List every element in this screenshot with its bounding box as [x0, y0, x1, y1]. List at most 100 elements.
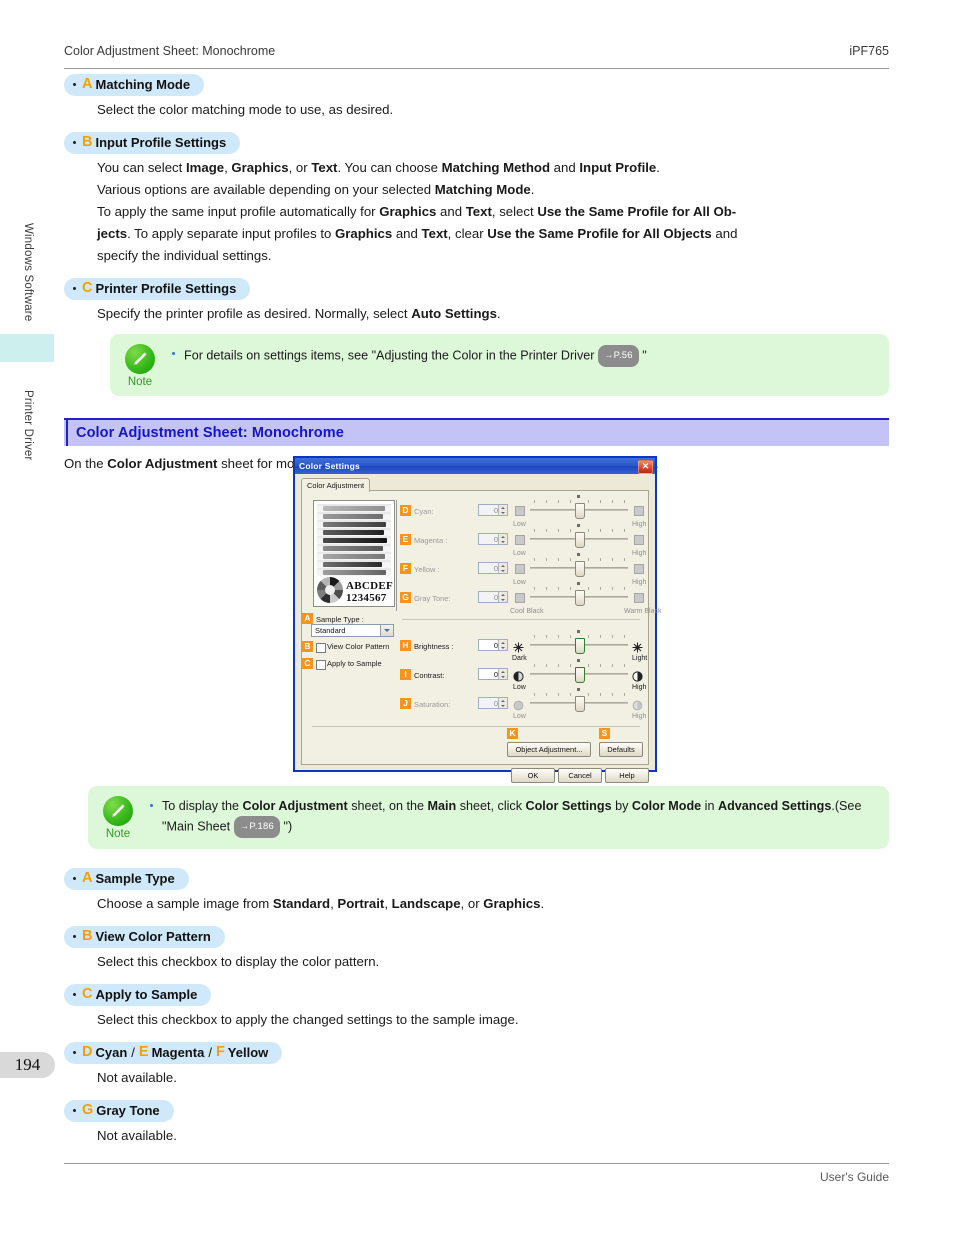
slider-thumb[interactable]: [575, 503, 585, 519]
slider-magenta[interactable]: [530, 524, 628, 548]
heading-row: D Cyan / E Magenta / F Yellow: [64, 1042, 889, 1064]
slider-yellow[interactable]: [530, 553, 628, 577]
item-sample-type: A Sample Type Choose a sample image from…: [64, 868, 889, 913]
magenta-left-box[interactable]: [515, 535, 525, 545]
item-matching-mode: A Matching Mode Select the color matchin…: [64, 74, 889, 119]
magenta-right-box[interactable]: [634, 535, 644, 545]
slider-gray-tone[interactable]: [530, 582, 628, 606]
heading-title: Input Profile Settings: [95, 135, 227, 150]
close-icon[interactable]: ✕: [638, 459, 653, 474]
yellow-left-box[interactable]: [515, 564, 525, 574]
bullet-dot-icon: [73, 876, 76, 880]
spin-yellow[interactable]: 0: [478, 562, 508, 574]
slider-thumb[interactable]: [575, 532, 585, 548]
spin-cyan[interactable]: 0: [478, 504, 508, 516]
heading-title: Matching Mode: [95, 77, 191, 92]
sample-type-select[interactable]: Standard: [311, 624, 394, 637]
marker-letter-d: D: [82, 1044, 93, 1061]
cancel-button[interactable]: Cancel: [558, 768, 602, 783]
spin-brightness[interactable]: 0: [478, 639, 508, 651]
cyan-right-box[interactable]: [634, 506, 644, 516]
contrast-high-icon: [632, 669, 643, 682]
marker-letter-f: F: [215, 1044, 225, 1061]
spinner-arrows-icon[interactable]: [498, 505, 507, 515]
page-reference-link[interactable]: →P.186: [233, 816, 280, 838]
center-tick: [577, 553, 580, 556]
checkbox-view-color-pattern[interactable]: [316, 643, 326, 653]
page-content: A Matching Mode Select the color matchin…: [64, 74, 889, 473]
sun-dim-icon: [513, 640, 524, 653]
label-cyan: Cyan:: [414, 507, 434, 516]
object-adjustment-button[interactable]: Object Adjustment...: [507, 742, 591, 757]
slider-brightness[interactable]: [530, 630, 628, 654]
spinner-arrows-icon[interactable]: [498, 534, 507, 544]
gray-warm-black-label: Warm Black: [624, 608, 662, 615]
heading-chip: C Apply to Sample: [64, 984, 212, 1006]
bullet-dot-icon: [73, 82, 76, 86]
heading-chip: G Gray Tone: [64, 1100, 174, 1122]
heading-title-cyan: Cyan: [95, 1045, 128, 1060]
slider-thumb[interactable]: [575, 590, 585, 606]
heading-row: A Sample Type: [64, 868, 889, 890]
checkbox-apply-to-sample[interactable]: [316, 660, 326, 670]
defaults-button[interactable]: Defaults: [599, 742, 643, 757]
ok-button[interactable]: OK: [511, 768, 555, 783]
marker-letter: G: [82, 1102, 94, 1119]
gray-left-box[interactable]: [515, 593, 525, 603]
preview-letters: ABCDEF: [346, 580, 394, 592]
dialog-title-bar[interactable]: Color Settings ✕: [295, 458, 655, 474]
slider-saturation[interactable]: [530, 688, 628, 712]
note-text: For details on settings items, see "Adju…: [172, 345, 875, 367]
heading-title-yellow: Yellow: [227, 1045, 269, 1060]
yellow-low-label: Low: [513, 579, 526, 586]
chevron-down-icon[interactable]: [380, 625, 393, 636]
marker-e: E: [400, 534, 411, 545]
slider-thumb[interactable]: [575, 638, 585, 654]
heading-title: Sample Type: [95, 871, 175, 886]
slider-thumb[interactable]: [575, 696, 585, 712]
label-apply-to-sample: Apply to Sample: [327, 659, 382, 668]
sidebar-label-printer-driver: Printer Driver: [22, 389, 34, 461]
slider-thumb[interactable]: [575, 667, 585, 683]
heading-row: B View Color Pattern: [64, 926, 889, 948]
item-body: Choose a sample image from Standard, Por…: [97, 896, 545, 911]
label-brightness: Brightness :: [414, 642, 454, 651]
cyan-high-label: High: [632, 521, 647, 528]
note-bottom-wrapper: Note To display the Color Adjustment she…: [88, 786, 889, 849]
note-text: To display the Color Adjustment sheet, o…: [150, 797, 875, 838]
yellow-right-box[interactable]: [634, 564, 644, 574]
center-tick: [577, 659, 580, 662]
slider-contrast[interactable]: [530, 659, 628, 683]
slider-cyan[interactable]: [530, 495, 628, 519]
gray-right-box[interactable]: [634, 593, 644, 603]
spinner-arrows-icon[interactable]: [498, 563, 507, 573]
item-gray-tone: G Gray Tone Not available.: [64, 1100, 889, 1145]
label-magenta: Magenta :: [414, 536, 448, 545]
heading-chip: B Input Profile Settings: [64, 132, 241, 154]
spinner-arrows-icon[interactable]: [498, 698, 507, 708]
spinner-arrows-icon[interactable]: [498, 592, 507, 602]
dialog-title-text: Color Settings: [299, 461, 360, 471]
page-reference-link[interactable]: →P.56: [597, 345, 639, 367]
heading-chip: A Matching Mode: [64, 74, 205, 96]
marker-letter: A: [82, 76, 93, 93]
spinner-arrows-icon[interactable]: [498, 640, 507, 650]
marker-c: C: [302, 658, 313, 669]
spin-saturation[interactable]: 0: [478, 697, 508, 709]
spinner-arrows-icon[interactable]: [498, 669, 507, 679]
slider-thumb[interactable]: [575, 561, 585, 577]
spin-contrast[interactable]: 0: [478, 668, 508, 680]
preview-numbers: 1234567: [346, 592, 387, 604]
contrast-high-label: High: [632, 684, 647, 691]
spin-gray-tone[interactable]: 0: [478, 591, 508, 603]
heading-row: B Input Profile Settings: [64, 132, 889, 154]
section-title: Color Adjustment Sheet: Monochrome: [76, 425, 344, 441]
help-button[interactable]: Help: [605, 768, 649, 783]
tab-color-adjustment[interactable]: Color Adjustment: [301, 478, 371, 492]
spin-magenta[interactable]: 0: [478, 533, 508, 545]
heading-title: View Color Pattern: [95, 929, 211, 944]
center-tick: [577, 582, 580, 585]
gray-cool-black-label: Cool Black: [510, 608, 544, 615]
cyan-left-box[interactable]: [515, 506, 525, 516]
heading-row: C Printer Profile Settings: [64, 278, 889, 300]
